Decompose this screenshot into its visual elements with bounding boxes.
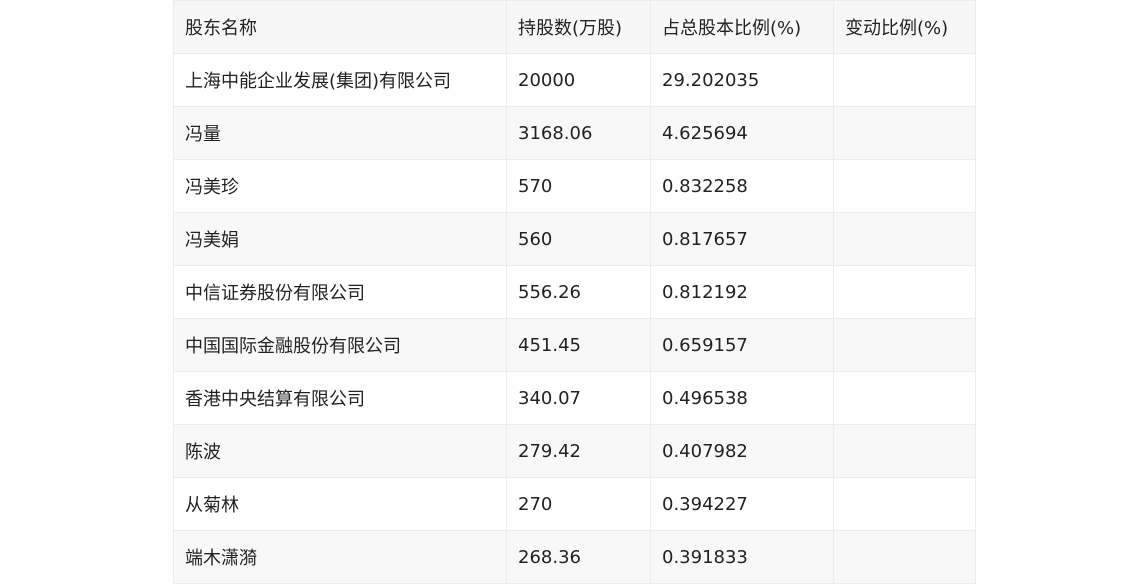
cell-change-ratio: [833, 212, 976, 266]
cell-share-ratio: 0.817657: [650, 212, 834, 266]
table-row: 冯量 3168.06 4.625694: [173, 106, 976, 160]
table-row: 从菊林 270 0.394227: [173, 477, 976, 531]
cell-shares: 570: [506, 159, 651, 213]
cell-shares: 560: [506, 212, 651, 266]
shareholder-table-container: 股东名称 持股数(万股) 占总股本比例(%) 变动比例(%) 上海中能企业发展(…: [173, 0, 976, 584]
cell-shareholder-name: 中信证券股份有限公司: [173, 265, 507, 319]
cell-change-ratio: [833, 265, 976, 319]
cell-shareholder-name: 上海中能企业发展(集团)有限公司: [173, 53, 507, 107]
table-row: 香港中央结算有限公司 340.07 0.496538: [173, 371, 976, 425]
cell-shareholder-name: 香港中央结算有限公司: [173, 371, 507, 425]
cell-shareholder-name: 中国国际金融股份有限公司: [173, 318, 507, 372]
table-row: 冯美珍 570 0.832258: [173, 159, 976, 213]
cell-change-ratio: [833, 318, 976, 372]
table-row: 陈波 279.42 0.407982: [173, 424, 976, 478]
cell-shares: 20000: [506, 53, 651, 107]
cell-shareholder-name: 冯美娟: [173, 212, 507, 266]
cell-change-ratio: [833, 53, 976, 107]
cell-change-ratio: [833, 424, 976, 478]
cell-shares: 556.26: [506, 265, 651, 319]
cell-share-ratio: 0.659157: [650, 318, 834, 372]
cell-change-ratio: [833, 371, 976, 425]
shareholder-table: 股东名称 持股数(万股) 占总股本比例(%) 变动比例(%) 上海中能企业发展(…: [173, 0, 976, 584]
header-row: 股东名称 持股数(万股) 占总股本比例(%) 变动比例(%): [173, 0, 976, 54]
cell-share-ratio: 0.394227: [650, 477, 834, 531]
table-row: 中国国际金融股份有限公司 451.45 0.659157: [173, 318, 976, 372]
cell-shareholder-name: 冯美珍: [173, 159, 507, 213]
cell-change-ratio: [833, 106, 976, 160]
table-row: 冯美娟 560 0.817657: [173, 212, 976, 266]
cell-share-ratio: 0.812192: [650, 265, 834, 319]
cell-share-ratio: 0.496538: [650, 371, 834, 425]
cell-shareholder-name: 冯量: [173, 106, 507, 160]
cell-change-ratio: [833, 159, 976, 213]
cell-share-ratio: 0.832258: [650, 159, 834, 213]
header-share-ratio: 占总股本比例(%): [650, 0, 834, 54]
cell-share-ratio: 4.625694: [650, 106, 834, 160]
header-shares: 持股数(万股): [506, 0, 651, 54]
cell-shareholder-name: 陈波: [173, 424, 507, 478]
cell-shareholder-name: 从菊林: [173, 477, 507, 531]
cell-shares: 279.42: [506, 424, 651, 478]
cell-change-ratio: [833, 477, 976, 531]
cell-shares: 3168.06: [506, 106, 651, 160]
table-body: 上海中能企业发展(集团)有限公司 20000 29.202035 冯量 3168…: [173, 53, 976, 584]
header-shareholder-name: 股东名称: [173, 0, 507, 54]
header-change-ratio: 变动比例(%): [833, 0, 976, 54]
cell-shares: 270: [506, 477, 651, 531]
cell-shares: 451.45: [506, 318, 651, 372]
table-header: 股东名称 持股数(万股) 占总股本比例(%) 变动比例(%): [173, 0, 976, 54]
cell-share-ratio: 0.407982: [650, 424, 834, 478]
cell-share-ratio: 29.202035: [650, 53, 834, 107]
cell-shares: 340.07: [506, 371, 651, 425]
table-row: 上海中能企业发展(集团)有限公司 20000 29.202035: [173, 53, 976, 107]
table-row: 中信证券股份有限公司 556.26 0.812192: [173, 265, 976, 319]
